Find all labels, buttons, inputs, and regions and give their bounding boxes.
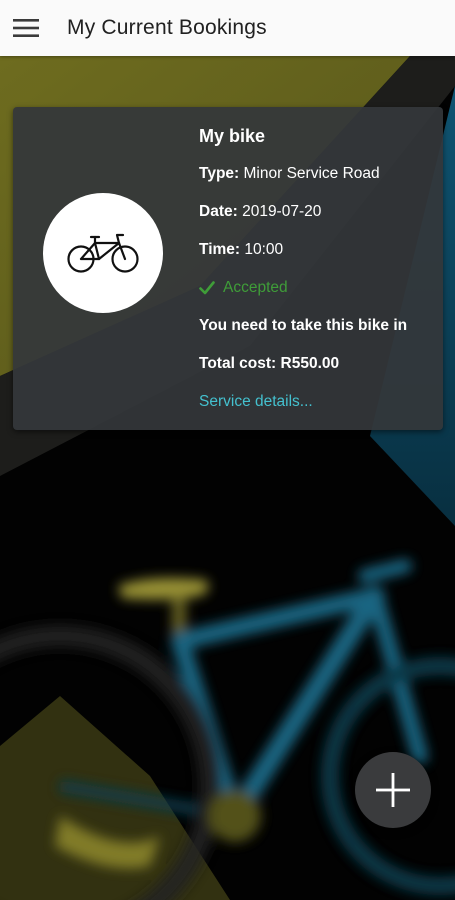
type-value: Minor Service Road <box>243 165 380 182</box>
service-details-link[interactable]: Service details... <box>199 391 439 413</box>
checkmark-icon <box>199 281 215 295</box>
date-value: 2019-07-20 <box>242 203 322 220</box>
total-label: Total cost: <box>199 355 277 372</box>
menu-button[interactable] <box>0 0 54 56</box>
date-label: Date: <box>199 203 238 220</box>
page-title: My Current Bookings <box>67 16 267 39</box>
add-booking-button[interactable] <box>355 752 431 828</box>
booking-info: My bike Type: Minor Service Road Date: 2… <box>199 125 439 413</box>
bike-avatar <box>43 193 163 313</box>
bicycle-icon <box>67 233 139 273</box>
time-value: 10:00 <box>244 241 284 258</box>
type-label: Type: <box>199 165 240 182</box>
hamburger-menu-icon <box>13 19 39 37</box>
bike-name: My bike <box>199 126 266 146</box>
status-badge: Accepted <box>199 277 439 299</box>
instruction-text: You need to take this bike in <box>199 317 408 334</box>
total-value: R550.00 <box>280 355 340 372</box>
booking-date: Date: 2019-07-20 <box>199 201 439 223</box>
booking-type: Type: Minor Service Road <box>199 163 439 185</box>
app-bar: My Current Bookings <box>0 0 455 56</box>
plus-icon <box>376 773 410 807</box>
booking-card[interactable]: My bike Type: Minor Service Road Date: 2… <box>13 107 443 430</box>
total-cost: Total cost: R550.00 <box>199 353 439 375</box>
booking-time: Time: 10:00 <box>199 239 439 261</box>
time-label: Time: <box>199 241 241 258</box>
status-text: Accepted <box>223 279 288 296</box>
